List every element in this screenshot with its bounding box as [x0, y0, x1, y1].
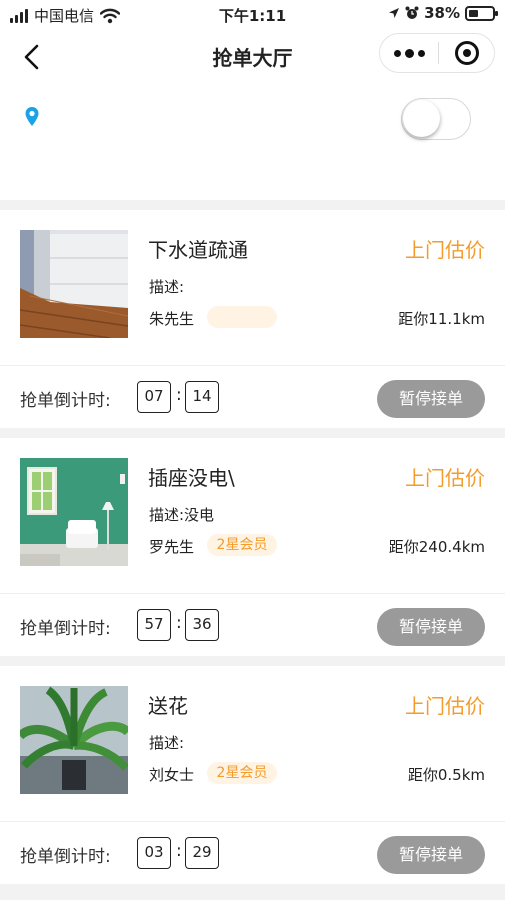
more-dot [404, 48, 414, 58]
order-distance: 距你240.4km [388, 538, 485, 556]
location-pin-icon[interactable] [24, 106, 40, 130]
order-title: 插座没电\ [148, 466, 235, 490]
price-label: 上门估价 [405, 466, 485, 490]
countdown-seconds: 29 [185, 837, 219, 869]
order-title: 送花 [148, 694, 188, 718]
card-divider [0, 593, 505, 594]
close-mini-program-button[interactable] [439, 41, 494, 65]
member-badge [207, 306, 277, 328]
location-panel [0, 86, 505, 200]
countdown-minutes: 07 [137, 381, 171, 413]
order-description: 描述: [149, 278, 185, 296]
battery-icon [465, 5, 498, 21]
countdown-colon: : [176, 841, 182, 861]
member-badge: 2星会员 [207, 762, 277, 784]
order-description: 描述:没电 [149, 506, 215, 524]
status-bar: 中国电信 下午1:11 38% [0, 0, 505, 28]
pause-orders-button[interactable]: 暂停接单 [377, 836, 485, 874]
countdown-colon: : [176, 385, 182, 405]
countdown-label: 抢单倒计时: [20, 847, 111, 867]
nav-bar: 抢单大厅 [0, 28, 505, 86]
order-image [20, 458, 128, 566]
countdown-minutes: 03 [137, 837, 171, 869]
more-dots-icon [393, 49, 401, 57]
order-distance: 距你11.1km [398, 310, 485, 328]
accept-orders-toggle[interactable] [401, 98, 471, 140]
order-title: 下水道疏通 [148, 238, 248, 262]
order-description: 描述: [149, 734, 185, 752]
order-card[interactable]: 插座没电\ 上门估价 描述:没电 罗先生 2星会员 距你240.4km 抢单倒计… [0, 438, 505, 656]
more-button[interactable] [380, 34, 438, 72]
order-image [20, 230, 128, 338]
location-arrow-icon [389, 8, 400, 18]
countdown-label: 抢单倒计时: [20, 391, 111, 411]
countdown-minutes: 57 [137, 609, 171, 641]
status-right: 38% [388, 4, 498, 22]
battery-percent: 38% [424, 4, 460, 22]
countdown-seconds: 36 [185, 609, 219, 641]
order-card[interactable]: 下水道疏通 上门估价 描述: 朱先生 距你11.1km 抢单倒计时: 07 : … [0, 210, 505, 428]
price-label: 上门估价 [405, 694, 485, 718]
toggle-knob [403, 100, 440, 137]
target-icon [454, 41, 479, 65]
countdown-seconds: 14 [185, 381, 219, 413]
alarm-icon [405, 6, 419, 19]
pause-orders-button[interactable]: 暂停接单 [377, 608, 485, 646]
customer-name: 刘女士 [149, 766, 195, 784]
more-dot [417, 49, 425, 57]
member-badge: 2星会员 [207, 534, 277, 556]
mini-program-capsule [379, 33, 495, 73]
target-dot [462, 49, 471, 57]
customer-name: 罗先生 [149, 538, 195, 556]
card-divider [0, 821, 505, 822]
card-divider [0, 365, 505, 366]
order-card[interactable]: 送花 上门估价 描述: 刘女士 2星会员 距你0.5km 抢单倒计时: 03 :… [0, 666, 505, 884]
pause-orders-button[interactable]: 暂停接单 [377, 380, 485, 418]
countdown-colon: : [176, 613, 182, 633]
customer-name: 朱先生 [149, 310, 195, 328]
price-label: 上门估价 [405, 238, 485, 262]
countdown-label: 抢单倒计时: [20, 619, 111, 639]
order-distance: 距你0.5km [407, 766, 485, 784]
order-image [20, 686, 128, 794]
